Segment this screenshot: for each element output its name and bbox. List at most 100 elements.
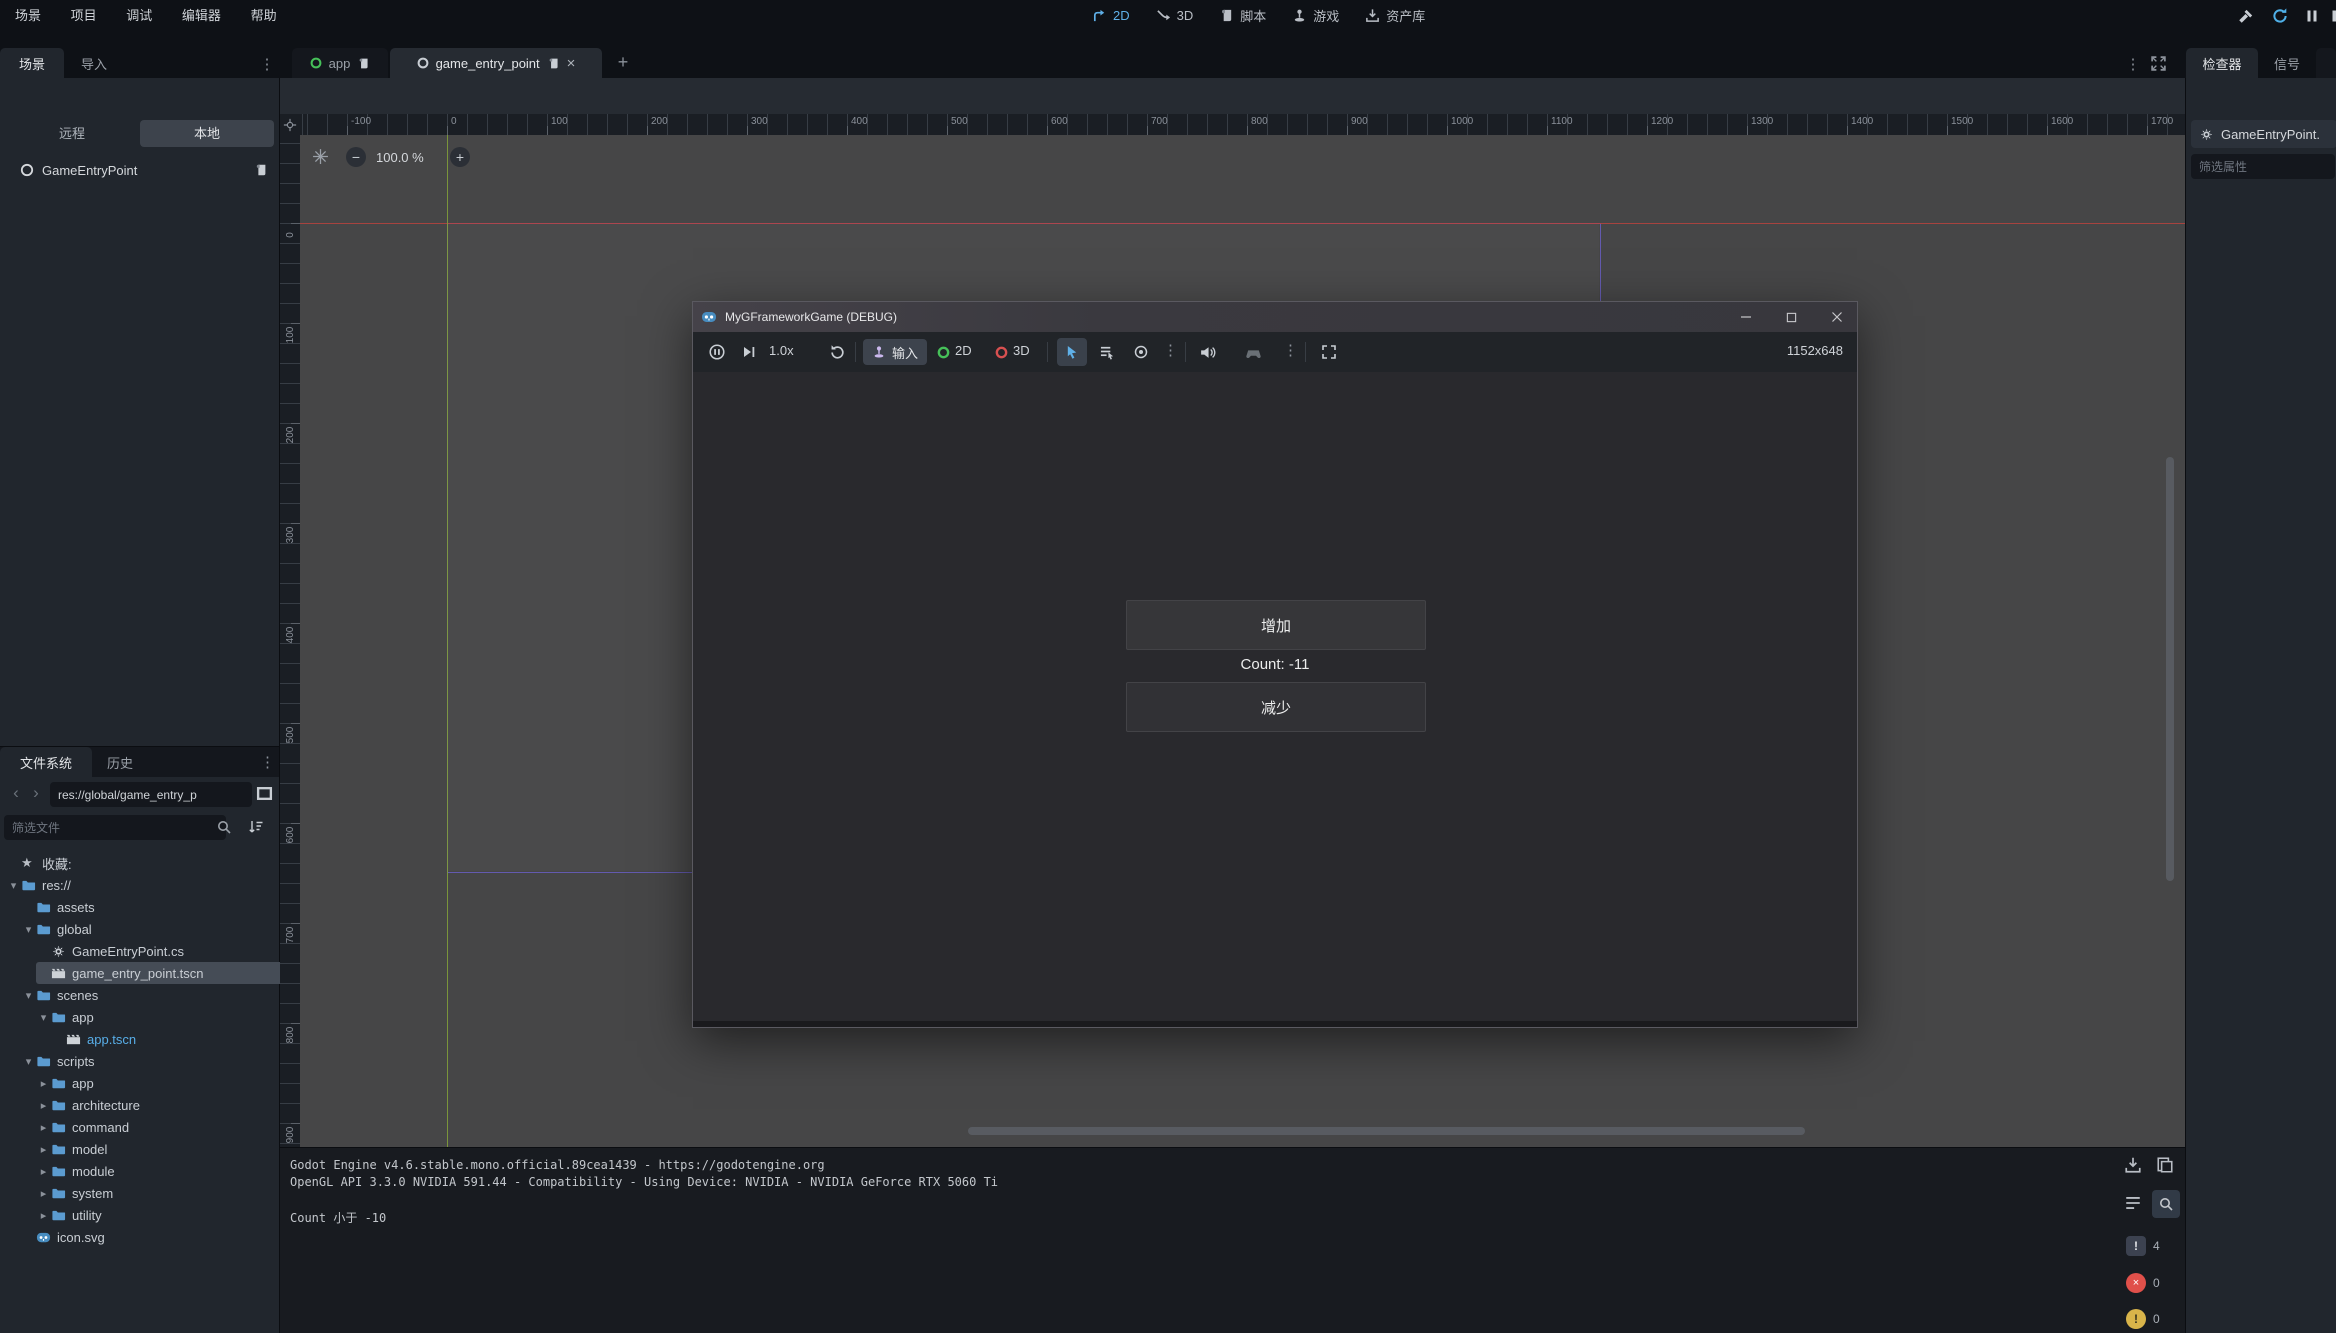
scene-tabs-menu-icon[interactable]: ⋮: [258, 55, 276, 73]
file-tree-item[interactable]: game_entry_point.tscn: [0, 962, 315, 984]
2d-view-label[interactable]: 2D: [955, 343, 972, 358]
tab-history[interactable]: 历史: [92, 747, 148, 777]
next-frame-icon[interactable]: [737, 340, 761, 364]
split-view-icon[interactable]: [256, 785, 273, 802]
path-field[interactable]: [50, 782, 252, 807]
zoom-in-button[interactable]: +: [450, 147, 470, 167]
2d-view-ring-icon[interactable]: [935, 340, 951, 364]
tab-signals[interactable]: 信号: [2258, 48, 2316, 78]
file-tree-item[interactable]: ▸model: [0, 1138, 315, 1160]
input-toggle-button[interactable]: 输入: [863, 339, 927, 365]
expand-arrow-icon[interactable]: ▾: [21, 923, 36, 936]
ruler-origin-icon[interactable]: [280, 114, 300, 135]
embed-fullscreen-icon[interactable]: [1317, 340, 1341, 364]
remote-toggle-button[interactable]: 远程: [6, 120, 138, 147]
2d-canvas[interactable]: − 100.0 % + MyGFrameworkGame (DEBUG) 1.0…: [300, 135, 2185, 1147]
scene-tab-app[interactable]: app: [292, 48, 388, 78]
expand-arrow-icon[interactable]: ▸: [36, 1165, 51, 1178]
expand-arrow-icon[interactable]: ▸: [36, 1209, 51, 1222]
3d-view-ring-icon[interactable]: [993, 340, 1009, 364]
game-list-select-icon[interactable]: [1095, 340, 1119, 364]
tab-import-dock[interactable]: 导入: [64, 48, 124, 78]
file-tree-item[interactable]: ▾global: [0, 918, 300, 940]
build-hammer-button[interactable]: [2236, 6, 2256, 26]
minimize-window-icon[interactable]: [1730, 302, 1762, 332]
expand-arrow-icon[interactable]: ▸: [36, 1121, 51, 1134]
camera-override-icon[interactable]: [1129, 340, 1153, 364]
script-icon[interactable]: [547, 57, 560, 70]
save-log-icon[interactable]: [2124, 1156, 2142, 1174]
search-output-icon[interactable]: [2152, 1190, 2180, 1218]
game-select-mode-button[interactable]: [1057, 338, 1087, 366]
scene-tree-row-gameentrypoint[interactable]: GameEntryPoint: [0, 156, 279, 184]
game-window-titlebar[interactable]: MyGFrameworkGame (DEBUG): [693, 302, 1857, 332]
filter-files-input[interactable]: [4, 815, 226, 840]
file-tree-item[interactable]: ▸command: [0, 1116, 315, 1138]
inspector-node-row[interactable]: GameEntryPoint.: [2191, 120, 2336, 148]
errors-filter-icon[interactable]: ×: [2126, 1273, 2146, 1293]
expand-arrow-icon[interactable]: ▾: [21, 989, 36, 1002]
expand-canvas-icon[interactable]: [2150, 55, 2167, 72]
sort-files-icon[interactable]: [248, 819, 264, 835]
mode-2d-button[interactable]: 2D: [1092, 8, 1130, 23]
close-tab-icon[interactable]: ×: [567, 55, 576, 72]
new-scene-tab-button[interactable]: +: [614, 52, 632, 73]
menu-help[interactable]: 帮助: [238, 0, 290, 31]
mode-3d-button[interactable]: 3D: [1156, 8, 1194, 23]
file-tree-item[interactable]: ▸system: [0, 1182, 315, 1204]
file-tree-item[interactable]: ▸module: [0, 1160, 315, 1182]
warnings-filter-icon[interactable]: !: [2126, 1309, 2146, 1329]
mode-game-button[interactable]: 游戏: [1292, 6, 1339, 25]
expand-arrow-icon[interactable]: ▸: [36, 1099, 51, 1112]
horizontal-scrollbar[interactable]: [968, 1127, 1805, 1135]
canvas-menu-dots-icon[interactable]: ⋮: [2124, 55, 2142, 73]
file-tree-item[interactable]: ▸app: [0, 1072, 315, 1094]
attached-script-icon[interactable]: [254, 163, 268, 177]
output-panel[interactable]: Godot Engine v4.6.stable.mono.official.8…: [280, 1147, 2185, 1333]
local-toggle-button[interactable]: 本地: [140, 120, 274, 147]
game-misc-options-icon[interactable]: ⋮: [1283, 341, 1298, 359]
suspend-game-icon[interactable]: [705, 340, 729, 364]
restart-game-icon[interactable]: [825, 340, 849, 364]
copy-output-icon[interactable]: [2156, 1156, 2174, 1174]
maximize-window-icon[interactable]: [1775, 302, 1807, 332]
file-tree-item[interactable]: ▸utility: [0, 1204, 315, 1226]
tab-filesystem[interactable]: 文件系统: [0, 747, 92, 777]
file-tree-item[interactable]: assets: [0, 896, 300, 918]
script-icon[interactable]: [357, 57, 370, 70]
nav-forward-icon[interactable]: ›: [28, 783, 44, 803]
expand-arrow-icon[interactable]: ▸: [36, 1077, 51, 1090]
audio-mute-icon[interactable]: [1195, 340, 1219, 364]
expand-arrow-icon[interactable]: ▾: [6, 879, 21, 892]
expand-arrow-icon[interactable]: ▸: [36, 1187, 51, 1200]
3d-view-label[interactable]: 3D: [1013, 343, 1030, 358]
expand-arrow-icon[interactable]: ▸: [36, 1143, 51, 1156]
menu-debug[interactable]: 调试: [113, 0, 165, 31]
file-tree-item[interactable]: ▾app: [0, 1006, 315, 1028]
stop-button[interactable]: [2328, 6, 2336, 26]
menu-project[interactable]: 项目: [58, 0, 110, 31]
decrease-button[interactable]: 减少: [1126, 682, 1426, 732]
expand-arrow-icon[interactable]: ▾: [36, 1011, 51, 1024]
file-tree-item[interactable]: icon.svg: [0, 1226, 300, 1248]
menu-editor[interactable]: 编辑器: [169, 0, 234, 31]
nav-back-icon[interactable]: ‹: [8, 783, 24, 803]
game-select-options-icon[interactable]: ⋮: [1163, 341, 1178, 359]
tab-clipped[interactable]: [2316, 48, 2336, 78]
reload-button[interactable]: [2270, 6, 2290, 26]
scene-tab-game-entry-point[interactable]: game_entry_point ×: [390, 48, 602, 78]
expand-arrow-icon[interactable]: ▾: [21, 1055, 36, 1068]
tab-scene-dock[interactable]: 场景: [0, 48, 64, 78]
game-speed-label[interactable]: 1.0x: [769, 343, 794, 358]
collapse-messages-icon[interactable]: [2124, 1194, 2142, 1212]
close-window-icon[interactable]: [1820, 302, 1854, 332]
zoom-out-button[interactable]: −: [346, 147, 366, 167]
mode-script-button[interactable]: 脚本: [1219, 6, 1266, 25]
filesystem-menu-icon[interactable]: ⋮: [260, 753, 275, 771]
vertical-scrollbar[interactable]: [2166, 457, 2174, 881]
pause-button[interactable]: [2302, 6, 2322, 26]
file-tree-item[interactable]: ▸architecture: [0, 1094, 315, 1116]
filter-properties-input[interactable]: [2191, 154, 2335, 179]
tab-inspector[interactable]: 检查器: [2186, 48, 2258, 78]
messages-filter-icon[interactable]: !: [2126, 1236, 2146, 1256]
